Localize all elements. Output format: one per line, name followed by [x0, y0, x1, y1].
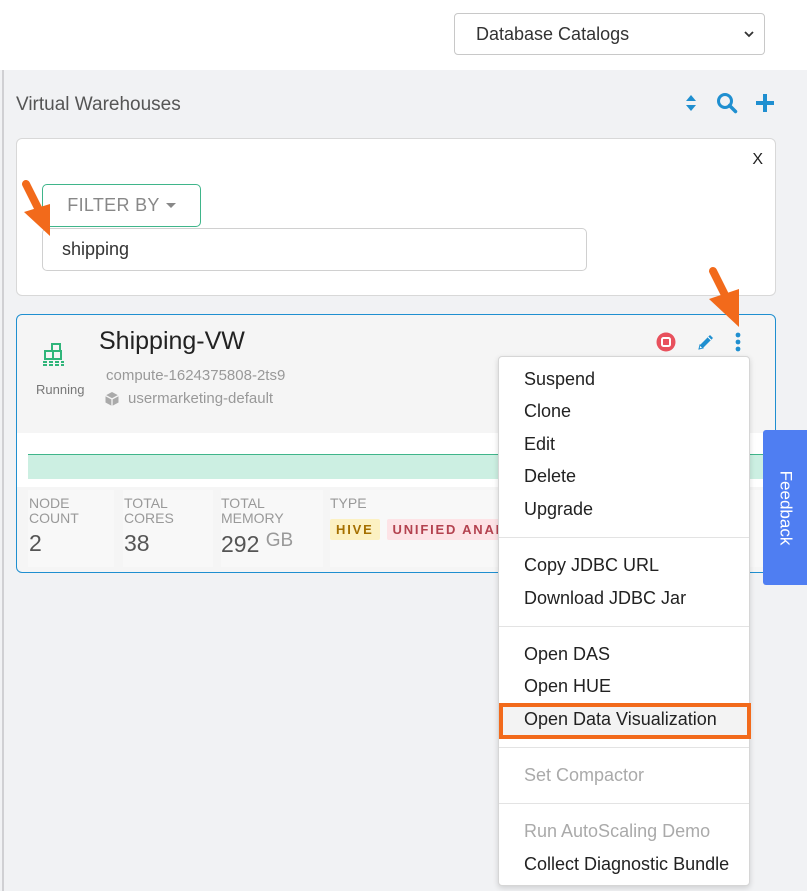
- warehouse-options-menu: Suspend Clone Edit Delete Upgrade Copy J…: [498, 356, 751, 886]
- stat-label: TOTAL MEMORY: [221, 495, 284, 526]
- warehouse-name[interactable]: Shipping-VW: [99, 327, 245, 356]
- menu-divider: [499, 537, 749, 538]
- stat-value: 292 GB: [221, 530, 294, 557]
- warehouse-running-icon: [42, 343, 66, 372]
- left-divider: [2, 70, 4, 891]
- stat-total-memory: TOTAL MEMORY 292 GB: [221, 490, 323, 567]
- section-title: Virtual Warehouses: [16, 94, 181, 115]
- edit-icon[interactable]: [696, 332, 716, 352]
- cube-icon: [105, 391, 119, 406]
- plus-icon[interactable]: [754, 92, 776, 114]
- stat-label: NODE COUNT: [29, 495, 79, 526]
- filter-by-dropdown[interactable]: FILTER BY: [42, 184, 201, 227]
- menu-item-set-compactor: Set Compactor: [524, 765, 645, 785]
- menu-item-collect-diagnostic-bundle[interactable]: Collect Diagnostic Bundle: [524, 854, 729, 875]
- menu-item-open-hue[interactable]: Open HUE: [524, 676, 611, 697]
- search-icon[interactable]: [714, 92, 740, 114]
- tag-hive: HIVE: [330, 519, 380, 540]
- sort-icon[interactable]: [682, 92, 700, 114]
- menu-item-run-autoscaling-demo: Run AutoScaling Demo: [524, 821, 711, 841]
- stop-icon[interactable]: [656, 332, 676, 352]
- menu-divider: [499, 747, 749, 748]
- filter-by-label: FILTER BY: [67, 195, 160, 215]
- feedback-label: Feedback: [776, 470, 796, 545]
- menu-divider: [499, 626, 749, 627]
- stat-node-count: NODE COUNT 2: [28, 490, 114, 567]
- warehouse-actions: [656, 332, 742, 352]
- section-header-actions: [682, 92, 776, 114]
- database-catalogs-select[interactable]: Database Catalogs: [454, 13, 765, 55]
- more-options-icon[interactable]: [734, 332, 742, 352]
- chevron-down-icon: [744, 31, 754, 38]
- stat-total-cores: TOTAL CORES 38: [123, 490, 213, 567]
- menu-item-open-data-visualization[interactable]: Open Data Visualization: [524, 709, 717, 730]
- menu-item-upgrade[interactable]: Upgrade: [524, 499, 593, 520]
- filter-search-input[interactable]: [42, 228, 587, 271]
- warehouse-status: Running: [36, 382, 85, 397]
- top-bar: Database Catalogs: [0, 0, 807, 70]
- close-filter-button[interactable]: X: [752, 151, 763, 169]
- warehouse-compute-id: compute-1624375808-2ts9: [106, 367, 286, 384]
- menu-item-download-jdbc-jar[interactable]: Download JDBC Jar: [524, 588, 686, 609]
- filter-panel: X FILTER BY: [16, 138, 776, 296]
- menu-item-suspend[interactable]: Suspend: [524, 369, 595, 390]
- menu-item-clone[interactable]: Clone: [524, 401, 571, 422]
- database-catalogs-select-value: Database Catalogs: [476, 23, 630, 44]
- menu-item-copy-jdbc-url[interactable]: Copy JDBC URL: [524, 555, 659, 576]
- stat-value: 2: [29, 530, 42, 556]
- menu-item-edit[interactable]: Edit: [524, 434, 555, 455]
- menu-divider: [499, 803, 749, 804]
- menu-item-delete[interactable]: Delete: [524, 466, 576, 487]
- menu-item-open-das[interactable]: Open DAS: [524, 644, 610, 665]
- stat-value: 38: [124, 530, 150, 556]
- feedback-button[interactable]: Feedback: [763, 430, 807, 585]
- stat-label: TOTAL CORES: [124, 495, 174, 526]
- database-catalog-name: usermarketing-default: [128, 390, 274, 407]
- warehouse-database-catalog: usermarketing-default: [104, 390, 273, 407]
- caret-down-icon: [165, 203, 176, 208]
